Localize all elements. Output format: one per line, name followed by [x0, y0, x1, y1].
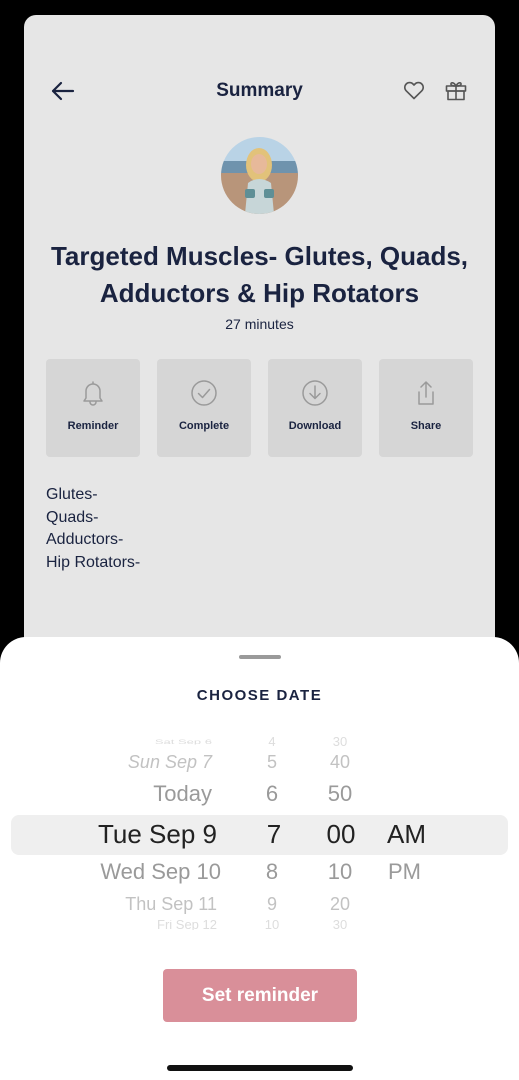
- picker-minute-option[interactable]: 40: [318, 752, 362, 773]
- complete-button[interactable]: Complete: [157, 359, 251, 457]
- picker-date-option[interactable]: Sun Sep 7: [40, 752, 212, 773]
- date-picker-sheet: CHOOSE DATE Sat Sep 6 Sun Sep 7 Today Tu…: [0, 637, 519, 1080]
- avatar: [221, 137, 298, 214]
- picker-minute-option[interactable]: 20: [318, 894, 362, 915]
- list-item: Quads-: [46, 508, 99, 526]
- share-button[interactable]: Share: [379, 359, 473, 457]
- list-item: Adductors-: [46, 531, 124, 548]
- reminder-label: Reminder: [67, 420, 119, 432]
- picker-hour-option[interactable]: 10: [252, 920, 292, 930]
- picker-date-option[interactable]: Wed Sep 10: [40, 859, 221, 885]
- complete-label: Complete: [178, 420, 230, 432]
- gift-icon[interactable]: [444, 78, 468, 102]
- muscle-list: Glutes- Quads- Adductors- Hip Rotators-: [46, 484, 140, 574]
- picker-hour-option[interactable]: 8: [252, 859, 292, 885]
- picker-minute-option[interactable]: 30: [318, 920, 362, 930]
- workout-duration: 27 minutes: [225, 316, 294, 332]
- workout-title: Targeted Muscles- Glutes, Quads, Adducto…: [50, 241, 469, 308]
- picker-hour-option[interactable]: 9: [252, 894, 292, 915]
- picker-date-selected[interactable]: Tue Sep 9: [40, 819, 217, 850]
- reminder-button[interactable]: Reminder: [46, 359, 140, 457]
- sheet-grabber[interactable]: [239, 655, 281, 659]
- home-indicator[interactable]: [167, 1065, 353, 1071]
- download-label: Download: [288, 420, 342, 432]
- picker-date-option[interactable]: Fri Sep 12: [40, 920, 217, 930]
- picker-date-option[interactable]: Today: [40, 781, 212, 807]
- download-icon: [302, 380, 328, 406]
- sheet-title: CHOOSE DATE: [196, 687, 323, 704]
- download-button[interactable]: Download: [268, 359, 362, 457]
- heart-icon[interactable]: [402, 78, 426, 102]
- date-time-picker[interactable]: Sat Sep 6 Sun Sep 7 Today Tue Sep 9 Wed …: [0, 734, 519, 934]
- set-reminder-button[interactable]: Set reminder: [163, 969, 357, 1022]
- picker-date-option[interactable]: Sat Sep 6: [40, 740, 212, 745]
- bell-icon: [83, 381, 103, 406]
- page-title: Summary: [216, 80, 303, 101]
- picker-date-option[interactable]: Thu Sep 11: [40, 894, 217, 915]
- share-icon: [418, 381, 434, 405]
- list-item: Hip Rotators-: [46, 553, 141, 571]
- list-item: Glutes-: [46, 486, 98, 503]
- share-label: Share: [410, 420, 442, 432]
- picker-hour-option[interactable]: 5: [252, 752, 292, 773]
- picker-hour-option[interactable]: 6: [252, 781, 292, 807]
- picker-minute-selected[interactable]: 00: [318, 819, 364, 850]
- picker-minute-option[interactable]: 10: [318, 859, 362, 885]
- picker-period-selected[interactable]: AM: [387, 819, 426, 850]
- picker-hour-option[interactable]: 4: [252, 737, 292, 747]
- picker-minute-option[interactable]: 50: [318, 781, 362, 807]
- check-circle-icon: [191, 380, 217, 406]
- picker-hour-selected[interactable]: 7: [252, 819, 296, 850]
- picker-period-option[interactable]: PM: [388, 859, 421, 885]
- picker-minute-option[interactable]: 30: [318, 737, 362, 747]
